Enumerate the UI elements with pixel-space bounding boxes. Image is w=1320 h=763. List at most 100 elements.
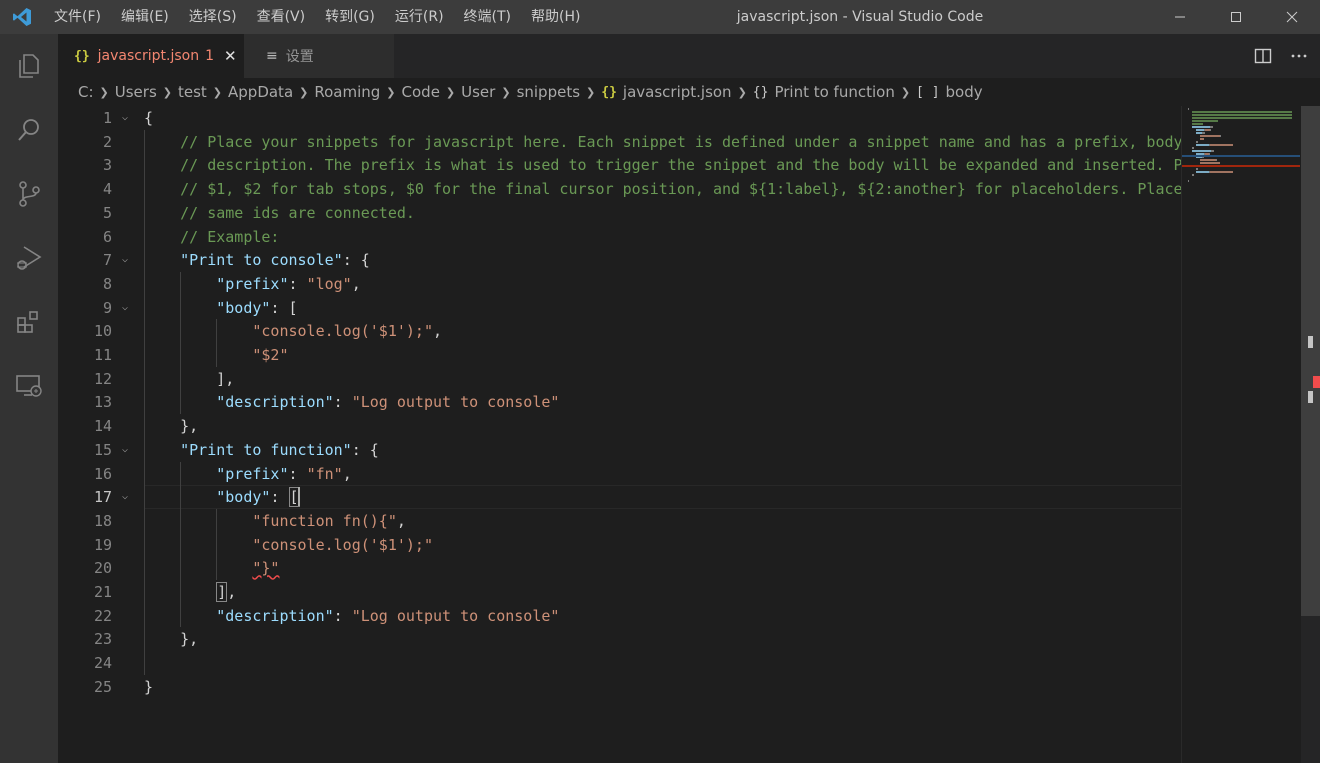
code-text: "description": "Log output to console" (144, 604, 559, 628)
breadcrumb-item[interactable]: Users (115, 83, 157, 101)
minimap-line (1192, 147, 1194, 149)
code-line[interactable]: 25} (58, 675, 1181, 699)
code-text: "$2" (144, 343, 288, 367)
code-token: : (333, 393, 352, 412)
code-line[interactable]: 12 ], (58, 367, 1181, 391)
fold-chevron-icon[interactable]: ⌵ (122, 438, 136, 462)
fold-chevron-icon[interactable]: ⌵ (122, 106, 136, 130)
window-controls (1152, 0, 1320, 34)
minimap-line (1220, 135, 1221, 137)
code-token: , (227, 583, 237, 601)
menu-item[interactable]: 查看(V) (247, 0, 316, 34)
code-line[interactable]: 7 ⌵ "Print to console": { (58, 248, 1181, 272)
code-line[interactable]: 23 }, (58, 627, 1181, 651)
close-tab-icon[interactable]: ✕ (224, 47, 237, 65)
code-line[interactable]: 24 (58, 651, 1181, 675)
code-line[interactable]: 5 // same ids are connected. (58, 201, 1181, 225)
source-control-icon[interactable] (0, 162, 58, 226)
code-text: "prefix": "fn", (144, 462, 351, 486)
run-debug-icon[interactable] (0, 226, 58, 290)
code-text: "console.log('$1');", (144, 319, 442, 343)
minimap-line (1210, 126, 1213, 128)
remote-explorer-icon[interactable] (0, 354, 58, 418)
split-editor-icon[interactable] (1254, 47, 1272, 65)
code-line[interactable]: 22 "description": "Log output to console… (58, 604, 1181, 628)
code-line[interactable]: 1 ⌵ { (58, 106, 1181, 130)
window-title: javascript.json - Visual Studio Code (736, 9, 984, 25)
breadcrumb-symbol[interactable]: Print to function (774, 83, 894, 101)
object-symbol-icon: {} (752, 84, 769, 100)
fold-chevron-icon[interactable]: ⌵ (122, 248, 136, 272)
code-text: // description. The prefix is what is us… (144, 153, 1181, 177)
vertical-scrollbar[interactable] (1301, 106, 1320, 763)
code-line[interactable]: 18 "function fn(){", (58, 509, 1181, 533)
fold-chevron-icon[interactable]: ⌵ (122, 485, 136, 509)
json-file-icon: {} (74, 48, 90, 64)
menu-item[interactable]: 转到(G) (315, 0, 385, 34)
search-icon[interactable] (0, 98, 58, 162)
explorer-icon[interactable] (0, 34, 58, 98)
code-line[interactable]: 19 "console.log('$1');" (58, 533, 1181, 557)
code-line[interactable]: 4 // $1, $2 for tab stops, $0 for the fi… (58, 177, 1181, 201)
code-line[interactable]: 8 "prefix": "log", (58, 272, 1181, 296)
minimize-button[interactable] (1152, 0, 1208, 34)
minimap[interactable] (1181, 106, 1302, 763)
code-line[interactable]: 6 // Example: (58, 225, 1181, 249)
maximize-button[interactable] (1208, 0, 1264, 34)
breadcrumb-item[interactable]: Roaming (314, 83, 380, 101)
scroll-marker-selection (1308, 391, 1313, 403)
minimap-cursor-line (1182, 155, 1300, 157)
minimap-line (1200, 159, 1216, 161)
breadcrumb-item[interactable]: test (178, 83, 207, 101)
line-number: 21 (93, 583, 112, 601)
menu-item[interactable]: 文件(F) (44, 0, 111, 34)
menu-item[interactable]: 帮助(H) (521, 0, 590, 34)
breadcrumb-item[interactable]: User (461, 83, 495, 101)
line-number: 23 (93, 630, 112, 649)
breadcrumb-symbol[interactable]: body (946, 83, 983, 101)
code-token: "Log output to console" (351, 393, 560, 412)
breadcrumb-item[interactable]: AppData (228, 83, 293, 101)
code-line[interactable]: 17 ⌵ "body": [ (58, 485, 1181, 509)
scrollbar-thumb[interactable] (1301, 106, 1320, 616)
code-line[interactable]: 16 "prefix": "fn", (58, 462, 1181, 486)
minimap-line (1192, 126, 1210, 128)
chevron-right-icon: ❯ (737, 85, 747, 99)
line-number: 3 (102, 156, 112, 175)
breadcrumb-item[interactable]: Code (402, 83, 440, 101)
code-line[interactable]: 13 "description": "Log output to console… (58, 390, 1181, 414)
close-window-button[interactable] (1264, 0, 1320, 34)
line-number: 20 (93, 559, 112, 578)
code-line[interactable]: 15 ⌵ "Print to function": { (58, 438, 1181, 462)
menu-item[interactable]: 选择(S) (179, 0, 247, 34)
minimap-line (1196, 171, 1209, 173)
code-text: // Place your snippets for javascript he… (144, 130, 1181, 154)
more-actions-icon[interactable] (1290, 47, 1308, 65)
code-line[interactable]: 11 "$2" (58, 343, 1181, 367)
menu-item[interactable]: 运行(R) (385, 0, 454, 34)
breadcrumb-item[interactable]: snippets (517, 83, 580, 101)
code-line[interactable]: 9 ⌵ "body": [ (58, 296, 1181, 320)
line-number: 9 (102, 298, 112, 317)
code-token: , (396, 511, 406, 530)
code-line[interactable]: 21 ], (58, 580, 1181, 604)
extensions-icon[interactable] (0, 290, 58, 354)
fold-chevron-icon[interactable]: ⌵ (122, 296, 136, 320)
breadcrumb-item[interactable]: C: (78, 83, 94, 101)
code-line[interactable]: 20 "}" (58, 556, 1181, 580)
tab-settings[interactable]: ≡ 设置 (244, 34, 394, 78)
line-number: 4 (102, 180, 112, 199)
menu-item[interactable]: 编辑(E) (111, 0, 179, 34)
code-editor[interactable]: 1 ⌵ {2 // Place your snippets for javascri… (58, 106, 1181, 763)
code-line[interactable]: 10 "console.log('$1');", (58, 319, 1181, 343)
code-line[interactable]: 3 // description. The prefix is what is … (58, 153, 1181, 177)
menu-item[interactable]: 终端(T) (454, 0, 521, 34)
tab-javascript-json[interactable]: {} javascript.json 1 ✕ (58, 34, 244, 78)
breadcrumb-file[interactable]: javascript.json (623, 83, 732, 101)
code-line[interactable]: 2 // Place your snippets for javascript … (58, 130, 1181, 154)
code-line[interactable]: 14 }, (58, 414, 1181, 438)
code-token: // description. The prefix is what is us… (180, 156, 1181, 175)
